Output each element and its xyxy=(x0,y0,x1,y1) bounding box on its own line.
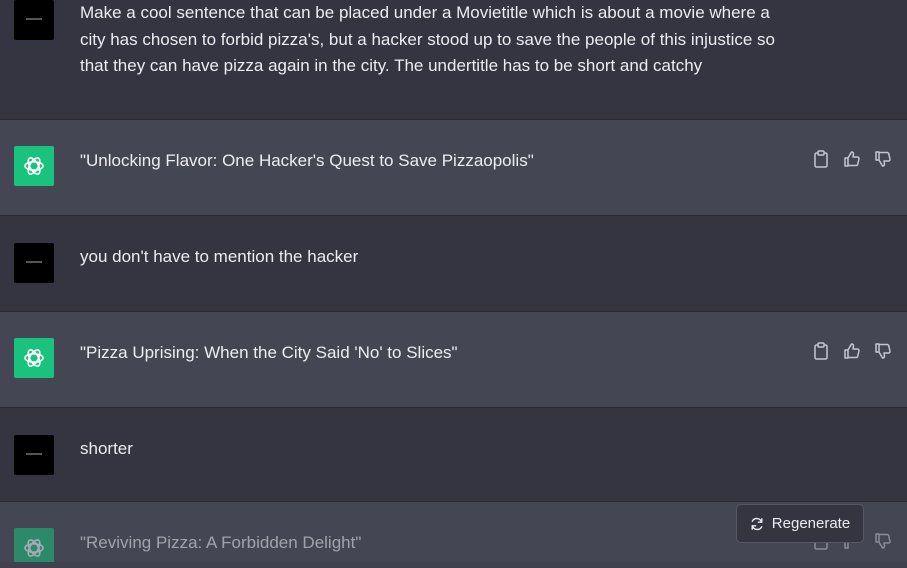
input-area-edge xyxy=(0,562,907,568)
user-message: shorter xyxy=(0,408,907,502)
user-avatar xyxy=(14,0,54,40)
regenerate-button[interactable]: Regenerate xyxy=(736,504,864,543)
message-actions xyxy=(810,148,893,169)
message-text: "Pizza Uprising: When the City Said 'No'… xyxy=(80,343,458,362)
message-text: shorter xyxy=(80,439,133,458)
chat-thread: Make a cool sentence that can be placed … xyxy=(0,0,907,568)
thumbs-up-icon[interactable] xyxy=(841,340,862,361)
openai-logo-icon xyxy=(14,146,54,186)
thumbs-down-icon[interactable] xyxy=(872,340,893,361)
thumbs-up-icon[interactable] xyxy=(841,148,862,169)
clipboard-icon[interactable] xyxy=(810,340,831,361)
message-text: "Unlocking Flavor: One Hacker's Quest to… xyxy=(80,151,534,170)
message-text: "Reviving Pizza: A Forbidden Delight" xyxy=(80,533,362,552)
refresh-icon xyxy=(750,517,764,531)
thumbs-down-icon[interactable] xyxy=(872,148,893,169)
user-avatar xyxy=(14,243,54,283)
message-text: you don't have to mention the hacker xyxy=(80,247,359,266)
clipboard-icon[interactable] xyxy=(810,148,831,169)
regenerate-label: Regenerate xyxy=(771,515,851,532)
user-avatar xyxy=(14,435,54,475)
user-message: you don't have to mention the hacker xyxy=(0,216,907,312)
message-actions xyxy=(810,340,893,361)
message-text: Make a cool sentence that can be placed … xyxy=(80,3,775,75)
thumbs-down-icon[interactable] xyxy=(872,530,893,551)
openai-logo-icon xyxy=(14,338,54,378)
assistant-message: "Unlocking Flavor: One Hacker's Quest to… xyxy=(0,120,907,216)
assistant-message: "Pizza Uprising: When the City Said 'No'… xyxy=(0,312,907,408)
user-message: Make a cool sentence that can be placed … xyxy=(0,0,907,120)
